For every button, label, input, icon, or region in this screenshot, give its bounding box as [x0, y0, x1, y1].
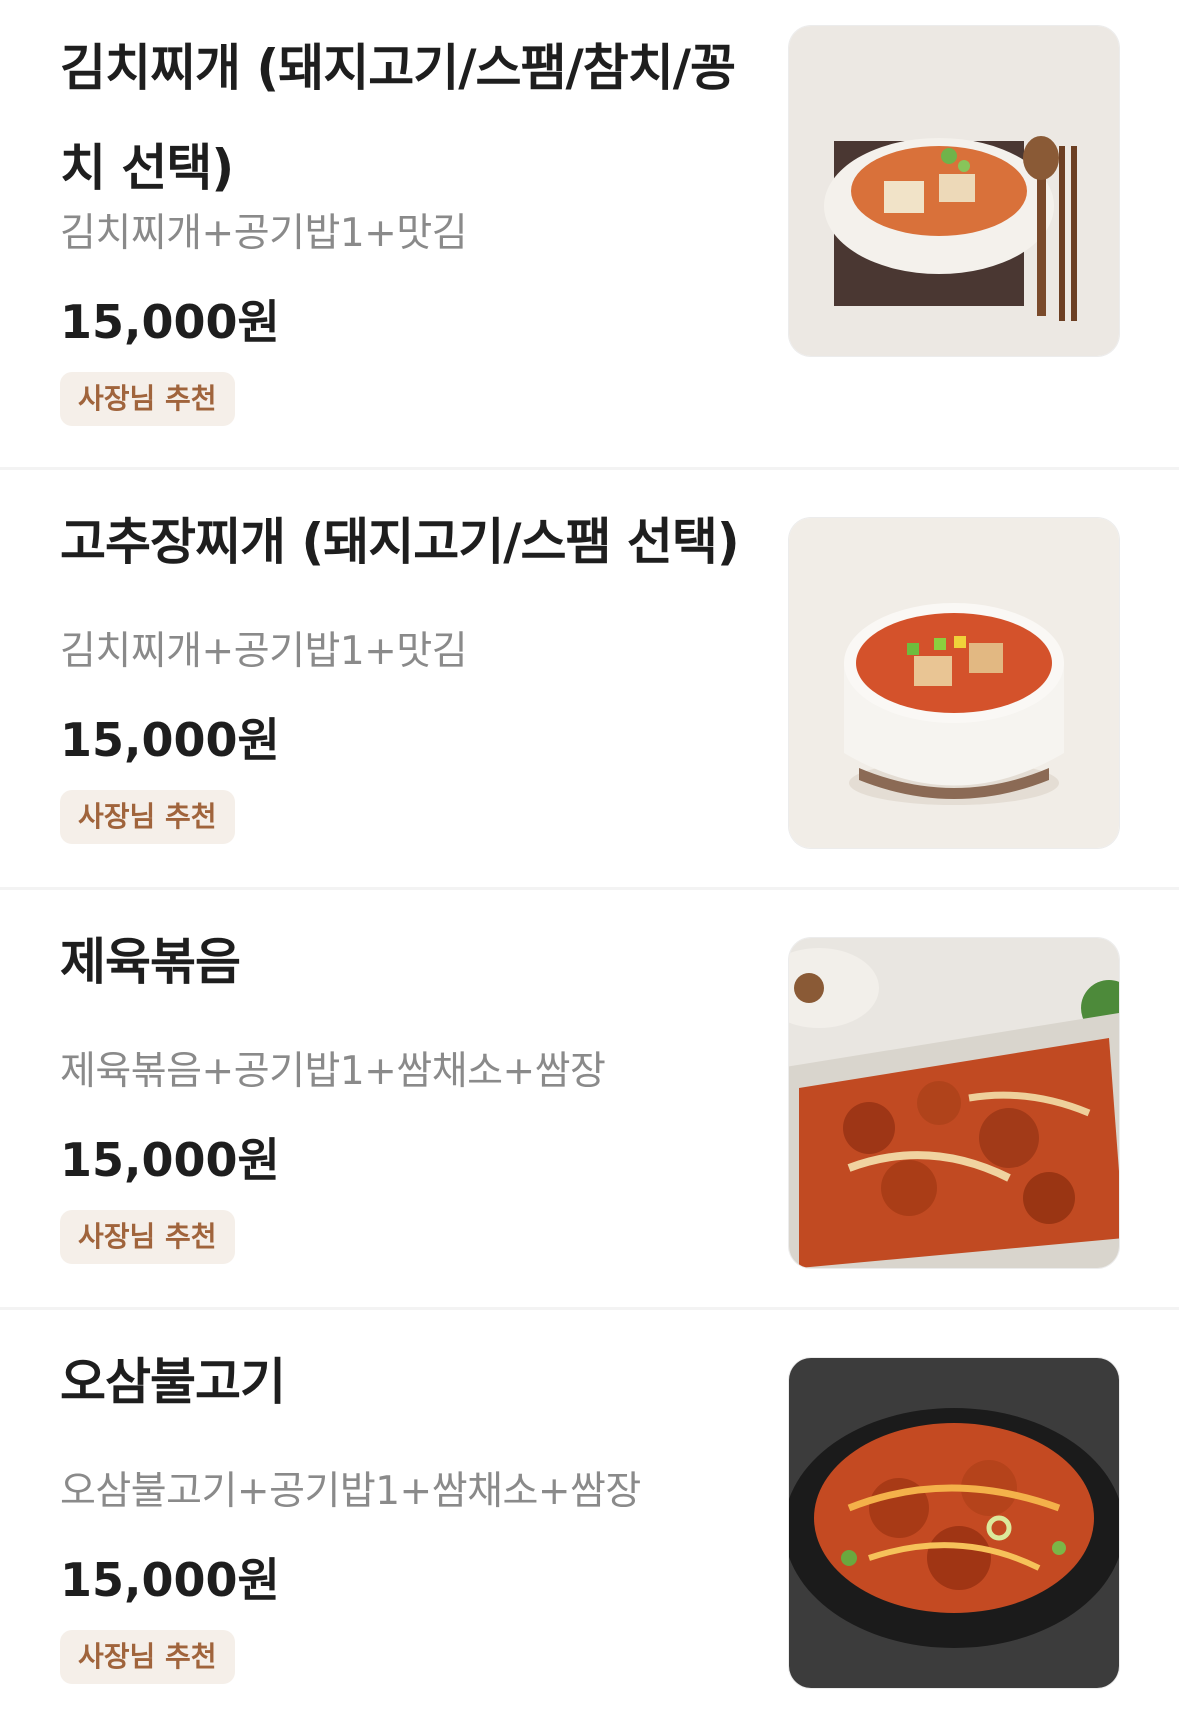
- menu-item-title: 김치찌개 (돼지고기/스팸/참치/꽁치 선택): [60, 39, 736, 197]
- recommended-badge: 사장님 추천: [60, 1210, 235, 1264]
- menu-item-title: 오삼불고기: [60, 1353, 286, 1411]
- menu-item-osam-bulgogi[interactable]: 오삼불고기 오삼불고기+공기밥1+쌈채소+쌈장 15,000원 사장님 추천: [0, 1310, 1179, 1720]
- squid-pork-bulgogi-photo[interactable]: [789, 1358, 1119, 1688]
- menu-item-price: 15,000원: [60, 1553, 280, 1607]
- menu-item-jeyuk-bokkeum[interactable]: 제육볶음 제육볶음+공기밥1+쌈채소+쌈장 15,000원 사장님 추천: [0, 890, 1179, 1310]
- menu-item-kimchi-jjigae[interactable]: 김치찌개 (돼지고기/스팸/참치/꽁치 선택) 김치찌개+공기밥1+맛김 15,…: [0, 0, 1179, 470]
- recommended-badge: 사장님 추천: [60, 1630, 235, 1684]
- menu-item-text: 고추장찌개 (돼지고기/스팸 선택): [60, 492, 760, 592]
- menu-item-text: 김치찌개 (돼지고기/스팸/참치/꽁치 선택): [60, 18, 760, 218]
- menu-item-description: 김치찌개+공기밥1+맛김: [60, 629, 468, 674]
- kimchi-stew-photo[interactable]: [789, 26, 1119, 356]
- menu-list: 김치찌개 (돼지고기/스팸/참치/꽁치 선택) 김치찌개+공기밥1+맛김 15,…: [0, 0, 1179, 1720]
- stir-fried-pork-photo[interactable]: [789, 938, 1119, 1268]
- menu-item-text: 오삼불고기: [60, 1332, 760, 1432]
- recommended-badge: 사장님 추천: [60, 790, 235, 844]
- menu-item-title: 고추장찌개 (돼지고기/스팸 선택): [60, 513, 740, 571]
- recommended-badge: 사장님 추천: [60, 372, 235, 426]
- menu-item-description: 오삼불고기+공기밥1+쌈채소+쌈장: [60, 1469, 641, 1514]
- menu-item-title: 제육볶음: [60, 933, 241, 991]
- menu-item-price: 15,000원: [60, 713, 280, 767]
- menu-item-price: 15,000원: [60, 295, 280, 349]
- menu-item-price: 15,000원: [60, 1133, 280, 1187]
- menu-item-text: 제육볶음: [60, 912, 760, 1012]
- gochujang-stew-photo[interactable]: [789, 518, 1119, 848]
- menu-item-description: 제육볶음+공기밥1+쌈채소+쌈장: [60, 1049, 606, 1094]
- menu-item-gochujang-jjigae[interactable]: 고추장찌개 (돼지고기/스팸 선택) 김치찌개+공기밥1+맛김 15,000원 …: [0, 470, 1179, 890]
- menu-item-description: 김치찌개+공기밥1+맛김: [60, 211, 468, 256]
